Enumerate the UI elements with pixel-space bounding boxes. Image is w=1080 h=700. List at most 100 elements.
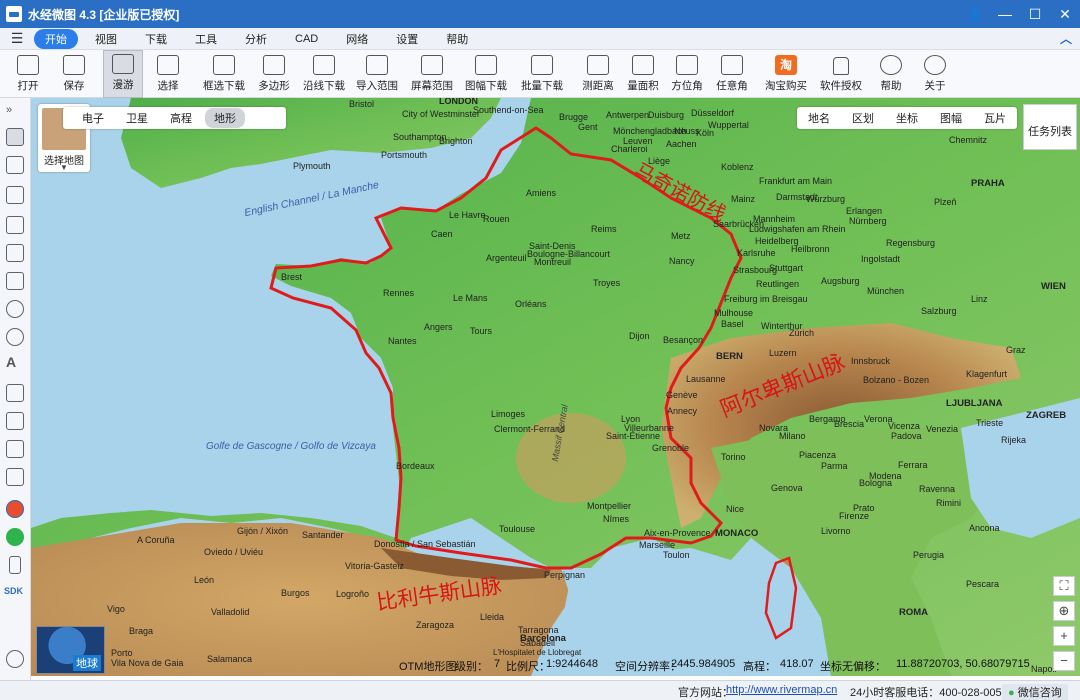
wechat-consult-button[interactable]: ● 微信咨询 — [1002, 684, 1068, 700]
maximize-button[interactable]: ☐ — [1020, 0, 1050, 28]
city-label: Caen — [431, 229, 453, 239]
weibo-icon[interactable] — [6, 500, 24, 518]
menu-download[interactable]: 下载 — [134, 29, 178, 49]
layer-tab-terrain[interactable]: 地形 — [205, 108, 245, 128]
tool-measure-distance[interactable]: 测距离 — [580, 50, 616, 98]
polygon-icon — [263, 55, 285, 75]
collapse-ribbon-icon[interactable]: ︿ — [1052, 30, 1080, 47]
tool-azimuth[interactable]: 方位角 — [669, 50, 705, 98]
city-label: Klagenfurt — [966, 369, 1008, 379]
fullscreen-icon[interactable]: ⛶ — [1053, 576, 1075, 596]
elevation-icon[interactable] — [6, 440, 24, 458]
city-label: Nantes — [388, 336, 417, 346]
sector-icon[interactable] — [6, 328, 24, 346]
minimize-button[interactable]: — — [990, 0, 1020, 28]
menu-tools[interactable]: 工具 — [184, 29, 228, 49]
batch-download-icon — [531, 55, 553, 75]
city-label: Koblenz — [721, 162, 754, 172]
tool-measure-area[interactable]: 量面积 — [625, 50, 661, 98]
user-icon[interactable]: 👤 — [960, 0, 990, 28]
rectangle-icon[interactable] — [6, 272, 24, 290]
city-label: Strasbourg — [733, 265, 778, 275]
capital-label: ZAGREB — [1026, 410, 1067, 421]
phone-icon[interactable] — [9, 556, 21, 574]
city-label: Amiens — [526, 188, 557, 198]
tool-polygon[interactable]: 多边形 — [256, 50, 292, 98]
tool-batch-download[interactable]: 批量下载 — [520, 50, 564, 98]
layer-tab-elevation[interactable]: 高程 — [161, 108, 201, 128]
task-list-button[interactable]: 任务列表 — [1023, 104, 1077, 150]
tool-pan[interactable]: 漫游 — [103, 50, 143, 98]
city-label: Lleida — [480, 612, 505, 622]
menu-cad[interactable]: CAD — [284, 31, 329, 47]
tool-label: 打开 — [17, 80, 39, 92]
city-label: Barcelona — [520, 633, 566, 644]
link-icon[interactable] — [6, 528, 24, 546]
city-label: Karlsruhe — [737, 248, 776, 258]
city-label: Mainz — [731, 194, 756, 204]
area-icon[interactable] — [6, 244, 24, 262]
layers-icon[interactable] — [6, 412, 24, 430]
text-icon[interactable]: A — [6, 354, 24, 372]
tool-open[interactable]: 打开 — [10, 50, 46, 98]
overlay-tab-placenames[interactable]: 地名 — [808, 110, 830, 126]
help-circle-icon[interactable] — [6, 650, 24, 668]
window-controls: 👤 — ☐ ✕ — [960, 0, 1080, 28]
overlay-tab-coordinates[interactable]: 坐标 — [896, 110, 918, 126]
tool-select[interactable]: 选择 — [150, 50, 186, 98]
level-value: 7 — [494, 658, 501, 670]
overlay-tab-sheets[interactable]: 图幅 — [940, 110, 962, 126]
tool-save[interactable]: 保存 — [56, 50, 92, 98]
marker-icon[interactable] — [6, 186, 24, 204]
hamburger-menu-icon[interactable]: ☰ — [0, 30, 34, 47]
sdk-icon[interactable]: SDK — [4, 586, 23, 596]
menu-start[interactable]: 开始 — [34, 28, 78, 49]
tool-box-download[interactable]: 框选下载 — [200, 50, 248, 98]
hand-icon — [112, 54, 134, 74]
menu-settings[interactable]: 设置 — [385, 29, 429, 49]
layer-tab-vector[interactable]: 电子 — [73, 108, 113, 128]
map-canvas[interactable]: English Channel / La Manche Golfe de Gas… — [31, 98, 1080, 676]
city-label: Metz — [671, 231, 691, 241]
tool-taobao[interactable]: 淘淘宝购买 — [764, 50, 808, 98]
terrain-icon[interactable] — [6, 468, 24, 486]
pointer-icon[interactable] — [6, 156, 24, 174]
city-label: Perugia — [913, 550, 945, 560]
layer-tab-satellite[interactable]: 卫星 — [117, 108, 157, 128]
city-label: Saint-Étienne — [606, 431, 661, 441]
city-label: Padova — [891, 431, 922, 441]
locate-icon[interactable]: ⊕ — [1053, 601, 1075, 621]
menu-view[interactable]: 视图 — [84, 29, 128, 49]
city-label: Brescia — [834, 419, 865, 429]
expand-panel-icon[interactable]: » — [6, 104, 24, 122]
tool-screen-range[interactable]: 屏幕范围 — [410, 50, 454, 98]
tool-import-range[interactable]: 导入范围 — [355, 50, 399, 98]
close-button[interactable]: ✕ — [1050, 0, 1080, 28]
zoom-out-button[interactable]: − — [1053, 651, 1075, 671]
tool-license[interactable]: 软件授权 — [818, 50, 864, 98]
zoom-in-button[interactable]: + — [1053, 626, 1075, 646]
tool-label: 关于 — [924, 80, 946, 92]
menu-analysis[interactable]: 分析 — [234, 29, 278, 49]
overlay-tab-tiles[interactable]: 瓦片 — [984, 110, 1006, 126]
pan-hand-icon[interactable] — [6, 128, 24, 146]
city-label: Salamanca — [207, 654, 253, 664]
menu-network[interactable]: 网络 — [335, 29, 379, 49]
globe-view-button[interactable]: 地球 — [36, 626, 105, 674]
measure-ruler-icon[interactable] — [6, 384, 24, 402]
polyline-icon[interactable] — [6, 216, 24, 234]
city-label: Ferrara — [898, 460, 928, 470]
city-label: Leuven — [623, 136, 653, 146]
city-label: Bristol — [349, 99, 375, 109]
tool-angle[interactable]: 任意角 — [714, 50, 750, 98]
tool-line-download[interactable]: 沿线下载 — [302, 50, 346, 98]
circle-icon[interactable] — [6, 300, 24, 318]
menu-help[interactable]: 帮助 — [435, 29, 479, 49]
website-link[interactable]: http://www.rivermap.cn — [726, 684, 837, 696]
city-label: Le Mans — [453, 293, 488, 303]
tool-help[interactable]: 帮助 — [874, 50, 908, 98]
map-type-text: OTM地形图 — [399, 661, 457, 673]
tool-sheet-download[interactable]: 图幅下载 — [463, 50, 509, 98]
tool-about[interactable]: 关于 — [918, 50, 952, 98]
overlay-tab-districts[interactable]: 区划 — [852, 110, 874, 126]
